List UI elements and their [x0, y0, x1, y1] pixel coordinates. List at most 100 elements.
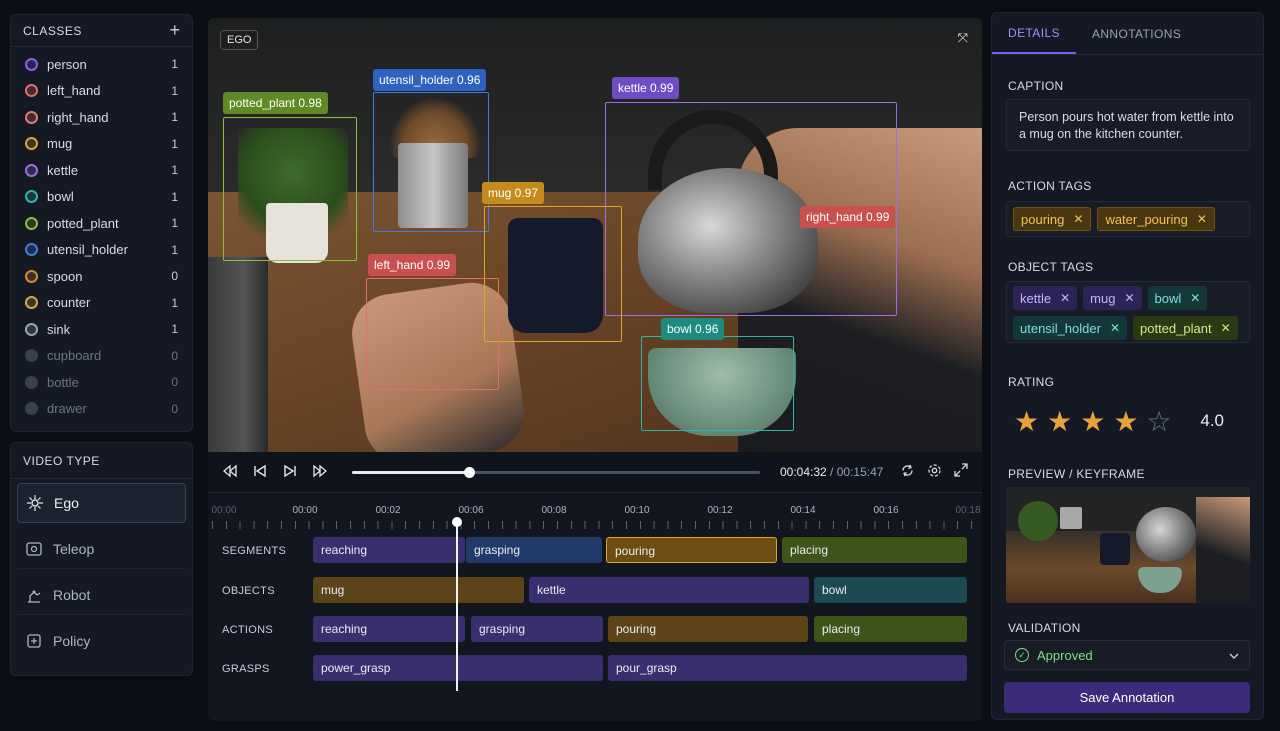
class-count: 1 — [171, 189, 178, 204]
playback-bar: 00:04:32 / 00:15:47 — [208, 452, 982, 492]
video-type-policy[interactable]: Policy — [17, 621, 186, 661]
remove-tag-icon[interactable]: ✕ — [1110, 321, 1120, 335]
star-filled-icon[interactable]: ★ — [1113, 405, 1138, 438]
bbox-label-utensil-holder: utensil_holder 0.96 — [373, 69, 487, 91]
bbox-label-right-hand: right_hand 0.99 — [800, 206, 896, 228]
remove-tag-icon[interactable]: ✕ — [1197, 212, 1207, 226]
video-type-policy-label: Policy — [53, 633, 91, 649]
playback-progress[interactable] — [352, 466, 760, 478]
tab-annotations[interactable]: ANNOTATIONS — [1076, 13, 1197, 54]
timeline-segment-pouring[interactable]: pouring — [608, 616, 808, 642]
rewind-icon[interactable] — [222, 464, 238, 481]
fullscreen-icon[interactable] — [954, 463, 968, 481]
timeline-playhead-handle[interactable] — [452, 517, 462, 527]
bbox-left-hand[interactable] — [366, 278, 499, 390]
timeline-segment-grasping[interactable]: grasping — [466, 537, 602, 563]
video-type-robot-label: Robot — [53, 586, 91, 603]
class-item-counter[interactable]: counter 1 — [11, 290, 192, 317]
video-type-ego-label: Ego — [54, 495, 79, 511]
video-frame[interactable]: potted_plant 0.98 utensil_holder 0.96 ke… — [208, 18, 982, 452]
object-tag: utensil_holder ✕ — [1013, 316, 1128, 340]
thumb-arm — [1196, 497, 1250, 603]
video-type-robot[interactable]: Robot — [17, 575, 186, 615]
class-color-dot — [25, 137, 38, 151]
validation-select[interactable]: ✓ Approved — [1004, 640, 1250, 670]
thumb-mug — [1100, 533, 1130, 565]
star-empty-icon[interactable]: ☆ — [1146, 405, 1171, 438]
class-name: left_hand — [47, 83, 101, 99]
add-class-button[interactable]: + — [169, 20, 180, 41]
class-name: utensil_holder — [47, 242, 128, 258]
caption-box[interactable]: Person pours hot water from kettle into … — [1006, 99, 1250, 151]
class-item-drawer[interactable]: drawer 0 — [11, 396, 192, 423]
class-item-bottle[interactable]: bottle 0 — [11, 369, 192, 396]
class-count: 1 — [171, 322, 178, 337]
chevron-down-icon — [1229, 648, 1239, 662]
class-item-spoon[interactable]: spoon 0 — [11, 263, 192, 290]
class-item-bowl[interactable]: bowl 1 — [11, 184, 192, 211]
teleop-icon — [25, 540, 43, 558]
timeline-ruler[interactable]: 00:00 00:00 00:02 00:06 00:08 00:10 00:12 00:14… — [208, 493, 982, 529]
class-item-cupboard[interactable]: cupboard 0 — [11, 343, 192, 370]
timeline-segment-pour-grasp[interactable]: pour_grasp — [608, 655, 967, 681]
action-tag: pouring ✕ — [1013, 207, 1092, 231]
star-filled-icon[interactable]: ★ — [1047, 405, 1072, 438]
bbox-label-left-hand: left_hand 0.99 — [368, 254, 457, 276]
class-item-right-hand[interactable]: right_hand 1 — [11, 104, 192, 131]
rating-box: ★ ★ ★ ★ ☆ 4.0 — [1006, 397, 1250, 445]
class-item-potted-plant[interactable]: potted_plant 1 — [11, 210, 192, 237]
video-type-teleop[interactable]: Teleop — [17, 529, 186, 569]
rating-stars[interactable]: ★ ★ ★ ★ ☆ 4.0 — [1006, 397, 1250, 445]
bbox-utensil-holder[interactable] — [373, 92, 489, 232]
timeline-segment-bowl[interactable]: bowl — [814, 577, 967, 603]
playback-scrubber[interactable] — [464, 466, 476, 478]
remove-tag-icon[interactable]: ✕ — [1124, 291, 1134, 305]
star-filled-icon[interactable]: ★ — [1080, 405, 1105, 438]
action-tags-box: pouring ✕ water_pouring ✕ — [1006, 201, 1250, 237]
class-item-utensil-holder[interactable]: utensil_holder 1 — [11, 237, 192, 264]
class-name: bowl — [47, 189, 74, 205]
remove-tag-icon[interactable]: ✕ — [1073, 212, 1083, 226]
track-label: GRASPS — [222, 663, 270, 675]
settings-icon[interactable] — [927, 463, 942, 481]
previous-frame-icon[interactable] — [252, 464, 268, 481]
timeline-segment-placing[interactable]: placing — [814, 616, 967, 642]
remove-tag-icon[interactable]: ✕ — [1221, 321, 1231, 335]
class-item-kettle[interactable]: kettle 1 — [11, 157, 192, 184]
timeline-segment-kettle[interactable]: kettle — [529, 577, 809, 603]
remove-tag-icon[interactable]: ✕ — [1060, 291, 1070, 305]
robot-icon — [25, 586, 43, 604]
class-item-left-hand[interactable]: left_hand 1 — [11, 78, 192, 105]
collapse-icon[interactable]: ⤧ — [958, 30, 968, 46]
timeline-panel: 00:00 00:00 00:02 00:06 00:08 00:10 00:12 00:14… — [208, 492, 982, 721]
timeline-segment-grasping[interactable]: grasping — [471, 616, 603, 642]
bbox-mug[interactable] — [484, 206, 622, 342]
timeline-segment-power-grasp[interactable]: power_grasp — [313, 655, 603, 681]
loop-icon[interactable] — [900, 463, 915, 481]
next-frame-icon[interactable] — [282, 464, 298, 481]
class-color-dot — [25, 57, 38, 71]
object-tag-label: kettle — [1020, 290, 1052, 306]
star-filled-icon[interactable]: ★ — [1014, 405, 1039, 438]
timeline-segment-pouring[interactable]: pouring — [606, 537, 777, 563]
save-annotation-button[interactable]: Save Annotation — [1004, 682, 1250, 713]
thumb-kettle — [1136, 507, 1196, 562]
video-type-ego[interactable]: Ego — [17, 483, 186, 523]
class-item-sink[interactable]: sink 1 — [11, 316, 192, 343]
classes-panel: CLASSES + person 1 left_hand 1 right_hand 1 mu… — [10, 14, 193, 432]
bbox-bowl[interactable] — [641, 336, 794, 431]
timeline-segment-placing[interactable]: placing — [782, 537, 967, 563]
timeline-segment-reaching[interactable]: reaching — [313, 616, 465, 642]
tab-details[interactable]: DETAILS — [992, 13, 1076, 54]
fast-forward-icon[interactable] — [312, 464, 328, 481]
timeline-playhead[interactable] — [456, 521, 458, 691]
keyframe-preview[interactable] — [1006, 487, 1250, 603]
timeline-segment-mug[interactable]: mug — [313, 577, 524, 603]
class-item-person[interactable]: person 1 — [11, 51, 192, 78]
class-item-mug[interactable]: mug 1 — [11, 131, 192, 158]
bbox-potted-plant[interactable] — [223, 117, 357, 261]
class-name: person — [47, 56, 87, 72]
total-time: 00:15:47 — [836, 465, 884, 479]
remove-tag-icon[interactable]: ✕ — [1190, 291, 1200, 305]
timeline-segment-reaching[interactable]: reaching — [313, 537, 465, 563]
